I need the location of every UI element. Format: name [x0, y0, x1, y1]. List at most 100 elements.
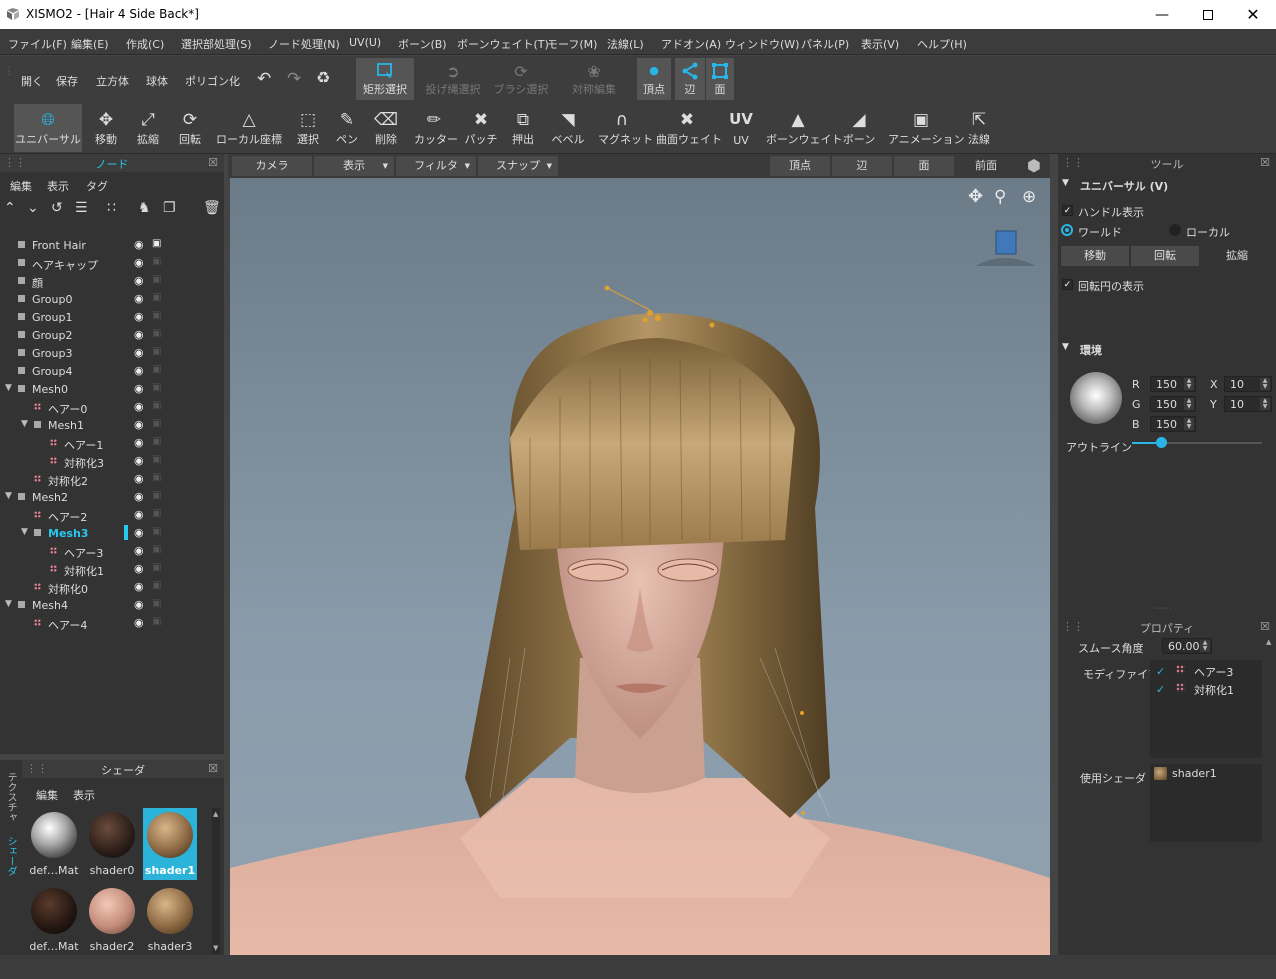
tool-move[interactable]: ✥ 移動 — [90, 104, 122, 152]
tool-universal[interactable]: 🌐︎ ユニバーサル — [14, 104, 82, 152]
shader-thumbnail[interactable]: def…Mat — [27, 808, 81, 880]
x-input[interactable]: 10 ▲ ▼ — [1224, 376, 1272, 392]
eye-icon[interactable]: ◉ — [134, 508, 144, 521]
tool-rotate[interactable]: ⟳ 回転 — [174, 104, 206, 152]
tab-texture[interactable]: テクスチャ — [3, 772, 18, 822]
eye-icon[interactable]: ◉ — [134, 526, 144, 539]
brush-select-button[interactable]: ⟳ ブラシ選択 — [492, 58, 550, 100]
spinner-icon[interactable]: ▲ ▼ — [1260, 398, 1270, 410]
menu-window[interactable]: ウィンドウ(W) — [725, 36, 799, 52]
tool-bone[interactable]: ◢ ボーン — [842, 104, 876, 152]
lock-icon[interactable]: ▣ — [152, 436, 161, 447]
spinner-icon[interactable]: ▲ ▼ — [1184, 418, 1194, 430]
tree-node[interactable]: Front Hair ◉ ▣ — [0, 236, 222, 254]
close-panel-icon[interactable]: ☒ — [1260, 156, 1270, 169]
lighting-sphere-preview[interactable] — [1070, 372, 1122, 424]
tree-node[interactable]: Group0 ◉ ▣ — [0, 290, 222, 308]
shader-menu-view[interactable]: 表示 — [73, 787, 95, 803]
lock-icon[interactable]: ▣ — [152, 616, 161, 627]
rotation-circle-checkbox[interactable]: ✓ — [1062, 279, 1073, 290]
eye-icon[interactable]: ◉ — [134, 292, 144, 305]
face-display-button[interactable]: 面 — [894, 156, 954, 176]
tool-patch[interactable]: ✖ パッチ — [464, 104, 498, 152]
r-input[interactable]: 150 ▲ ▼ — [1150, 376, 1196, 392]
tool-scale[interactable]: ⤢ 拡縮 — [132, 104, 164, 152]
lock-icon[interactable]: ▣ — [152, 598, 161, 609]
eye-icon[interactable]: ◉ — [134, 562, 144, 575]
tree-node[interactable]: Group1 ◉ ▣ — [0, 308, 222, 326]
tree-node[interactable]: 対称化0 ◉ ▣ — [0, 578, 222, 596]
tree-node[interactable]: ヘアー4 ◉ ▣ — [0, 614, 222, 632]
view-dropdown[interactable]: 表示 ▼ — [314, 156, 394, 176]
recycle-icon[interactable]: ♻ — [316, 68, 330, 87]
eye-icon[interactable]: ◉ — [134, 382, 144, 395]
lock-icon[interactable]: ▣ — [152, 418, 161, 429]
tool-uv[interactable]: UV UV — [728, 104, 754, 152]
vertex-mode-button[interactable]: ● 頂点 — [637, 58, 671, 100]
eye-icon[interactable]: ◉ — [134, 616, 144, 629]
close-button[interactable]: ✕ — [1230, 0, 1276, 29]
move-up-icon[interactable]: ⌃ — [4, 200, 16, 216]
menu-addon[interactable]: アドオン(A) — [661, 36, 721, 52]
camera-dropdown[interactable]: カメラ — [232, 156, 312, 176]
shader-thumbnail[interactable]: shader3 — [143, 884, 197, 956]
lock-icon[interactable]: ▣ — [152, 454, 161, 465]
eye-icon[interactable]: ◉ — [134, 580, 144, 593]
cube-button[interactable]: 立方体 — [96, 73, 129, 89]
eye-icon[interactable]: ◉ — [134, 598, 144, 611]
trash-icon[interactable]: 🗑︎ — [203, 200, 221, 216]
collapse-arrow-icon[interactable]: ▼ — [1062, 342, 1069, 352]
tool-select[interactable]: ⬚ 選択 — [292, 104, 324, 152]
face-mode-button[interactable]: 面 — [706, 58, 734, 100]
lock-icon[interactable]: ▣ — [152, 400, 161, 411]
tree-node[interactable]: 顔 ◉ ▣ — [0, 272, 222, 290]
eye-icon[interactable]: ◉ — [134, 418, 144, 431]
tree-node[interactable]: ▼ Mesh2 ◉ ▣ — [0, 488, 222, 506]
eye-icon[interactable]: ◉ — [134, 544, 144, 557]
tree-node[interactable]: 対称化1 ◉ ▣ — [0, 560, 222, 578]
eye-icon[interactable]: ◉ — [134, 274, 144, 287]
front-view-label[interactable]: 前面 — [956, 156, 1016, 176]
shader-thumbnail[interactable]: shader1 — [143, 808, 197, 880]
check-icon[interactable]: ✓ — [1156, 665, 1165, 678]
close-panel-icon[interactable]: ☒ — [1260, 620, 1270, 633]
grid-icon[interactable]: ∷ — [107, 200, 116, 216]
tree-node[interactable]: Group4 ◉ ▣ — [0, 362, 222, 380]
tree-node[interactable]: 対称化2 ◉ ▣ — [0, 470, 222, 488]
tool-delete[interactable]: ⌫ 削除 — [370, 104, 402, 152]
lock-icon[interactable]: ▣ — [152, 544, 161, 555]
menu-morph[interactable]: モーフ(M) — [547, 36, 597, 52]
check-icon[interactable]: ✓ — [1156, 683, 1165, 696]
menu-edit[interactable]: 編集(E) — [71, 36, 109, 52]
tree-node[interactable]: ヘアー0 ◉ ▣ — [0, 398, 222, 416]
list-item[interactable]: shader1 — [1172, 767, 1217, 780]
handle-display-checkbox[interactable]: ✓ — [1062, 205, 1073, 216]
maximize-button[interactable] — [1185, 0, 1231, 29]
open-button[interactable]: 開く — [21, 73, 43, 89]
lock-icon[interactable]: ▣ — [152, 580, 161, 591]
filter-dropdown[interactable]: フィルタ ▼ — [396, 156, 476, 176]
resize-grip-icon[interactable]: ⋯⋯ — [1154, 604, 1172, 614]
tool-cutter[interactable]: ✏ カッター — [414, 104, 458, 152]
slider-handle[interactable] — [1156, 437, 1167, 448]
move-down-icon[interactable]: ⌄ — [27, 200, 39, 216]
y-input[interactable]: 10 ▲ ▼ — [1224, 396, 1272, 412]
edge-mode-button[interactable]: 辺 — [675, 58, 705, 100]
lock-icon[interactable]: ▣ — [152, 364, 161, 375]
eye-icon[interactable]: ◉ — [134, 490, 144, 503]
spinner-icon[interactable]: ▲ ▼ — [1184, 378, 1194, 390]
eye-icon[interactable]: ◉ — [134, 346, 144, 359]
tool-magnet[interactable]: ∩ マグネット — [598, 104, 653, 152]
redo-icon[interactable]: ↷ — [287, 69, 301, 89]
menu-bone[interactable]: ボーン(B) — [398, 36, 447, 52]
eye-icon[interactable]: ◉ — [134, 238, 144, 251]
shader-thumbnail[interactable]: def…Mat — [27, 884, 81, 956]
segment-rotate-button[interactable]: 回転 — [1131, 246, 1199, 266]
save-button[interactable]: 保存 — [56, 73, 78, 89]
polygonize-button[interactable]: ポリゴン化 — [185, 73, 240, 89]
shader-thumbnail[interactable]: shader0 — [85, 808, 139, 880]
vertex-display-button[interactable]: 頂点 — [770, 156, 830, 176]
minimize-button[interactable]: — — [1139, 0, 1185, 29]
snap-dropdown[interactable]: スナップ ▼ — [478, 156, 558, 176]
hierarchy-icon[interactable]: ☰ — [75, 200, 88, 216]
